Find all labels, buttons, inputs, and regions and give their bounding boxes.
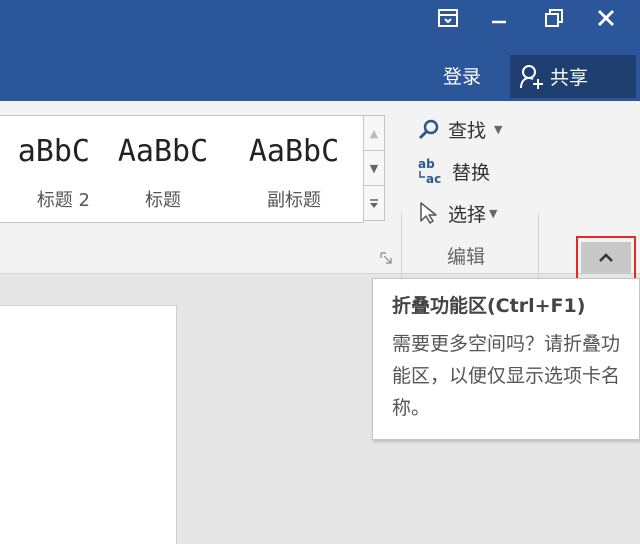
- find-button[interactable]: 查找 ▼: [418, 114, 502, 144]
- style-sample: AaBbC: [248, 134, 340, 169]
- ribbon-display-icon: [438, 9, 458, 27]
- close-icon: [598, 10, 614, 26]
- style-sample: aBbC: [17, 134, 90, 169]
- restore-button[interactable]: [536, 4, 572, 32]
- close-button[interactable]: [588, 4, 624, 32]
- svg-text:ac: ac: [426, 172, 441, 185]
- style-sample: AaBbC: [117, 134, 209, 169]
- gallery-more-button[interactable]: [364, 186, 384, 221]
- style-title[interactable]: AaBbC 标题: [103, 116, 223, 222]
- collapse-ribbon-button[interactable]: [576, 236, 636, 280]
- style-name: 副标题: [267, 190, 321, 211]
- cursor-arrow-icon: [420, 202, 437, 224]
- replace-icon: ab ac: [418, 157, 441, 185]
- ribbon-display-options-button[interactable]: [430, 4, 466, 32]
- style-heading-2[interactable]: aBbC 标题 2: [0, 116, 90, 222]
- share-label: 共享: [550, 67, 589, 89]
- dialog-launcher-icon: [380, 252, 392, 264]
- minimize-icon: [492, 20, 506, 24]
- restore-icon: [545, 9, 563, 27]
- share-button[interactable]: 共享: [510, 55, 636, 98]
- chevron-down-icon: ▼: [489, 206, 498, 220]
- styles-gallery: aBbC 标题 2 AaBbC 标题 AaBbC 副标题: [0, 115, 364, 223]
- svg-text:ab: ab: [418, 157, 435, 171]
- collapse-ribbon-tooltip: 折叠功能区(Ctrl+F1) 需要更多空间吗？请折叠功能区，以便仅显示选项卡名称…: [372, 278, 640, 440]
- tooltip-description: 需要更多空间吗？请折叠功能区，以便仅显示选项卡名称。: [392, 333, 621, 419]
- minimize-button[interactable]: [481, 4, 517, 32]
- collapse-ribbon-button-face: [581, 242, 631, 274]
- editing-group-label: 编辑: [447, 246, 486, 268]
- replace-button[interactable]: ab ac 替换: [418, 156, 490, 186]
- more-icon: [370, 198, 378, 208]
- gallery-scroll-down-button[interactable]: ▼: [364, 151, 384, 186]
- document-page[interactable]: [0, 305, 177, 544]
- search-icon: [418, 119, 439, 140]
- chevron-up-icon: [599, 253, 613, 262]
- select-button[interactable]: 选择 ▼: [418, 198, 497, 228]
- chevron-down-icon: ▼: [494, 122, 503, 136]
- find-label: 查找: [448, 119, 487, 142]
- select-label: 选择: [448, 203, 487, 226]
- styles-dialog-launcher[interactable]: [380, 252, 392, 264]
- style-name: 标题 2: [36, 190, 90, 211]
- gallery-scroll-up-button[interactable]: ▲: [364, 116, 384, 151]
- replace-label: 替换: [452, 161, 491, 184]
- title-bar: 登录 共享: [0, 0, 640, 101]
- style-subtitle[interactable]: AaBbC 副标题: [234, 116, 354, 222]
- share-person-icon: [520, 64, 543, 89]
- style-name: 标题: [145, 190, 181, 211]
- sign-in-link[interactable]: 登录: [443, 62, 481, 89]
- tooltip-title: 折叠功能区(Ctrl+F1): [392, 295, 586, 317]
- styles-gallery-scroller: ▲ ▼: [363, 115, 385, 221]
- ribbon: aBbC 标题 2 AaBbC 标题 AaBbC 副标题 ▲ ▼ 查找 ▼ ab…: [0, 101, 640, 363]
